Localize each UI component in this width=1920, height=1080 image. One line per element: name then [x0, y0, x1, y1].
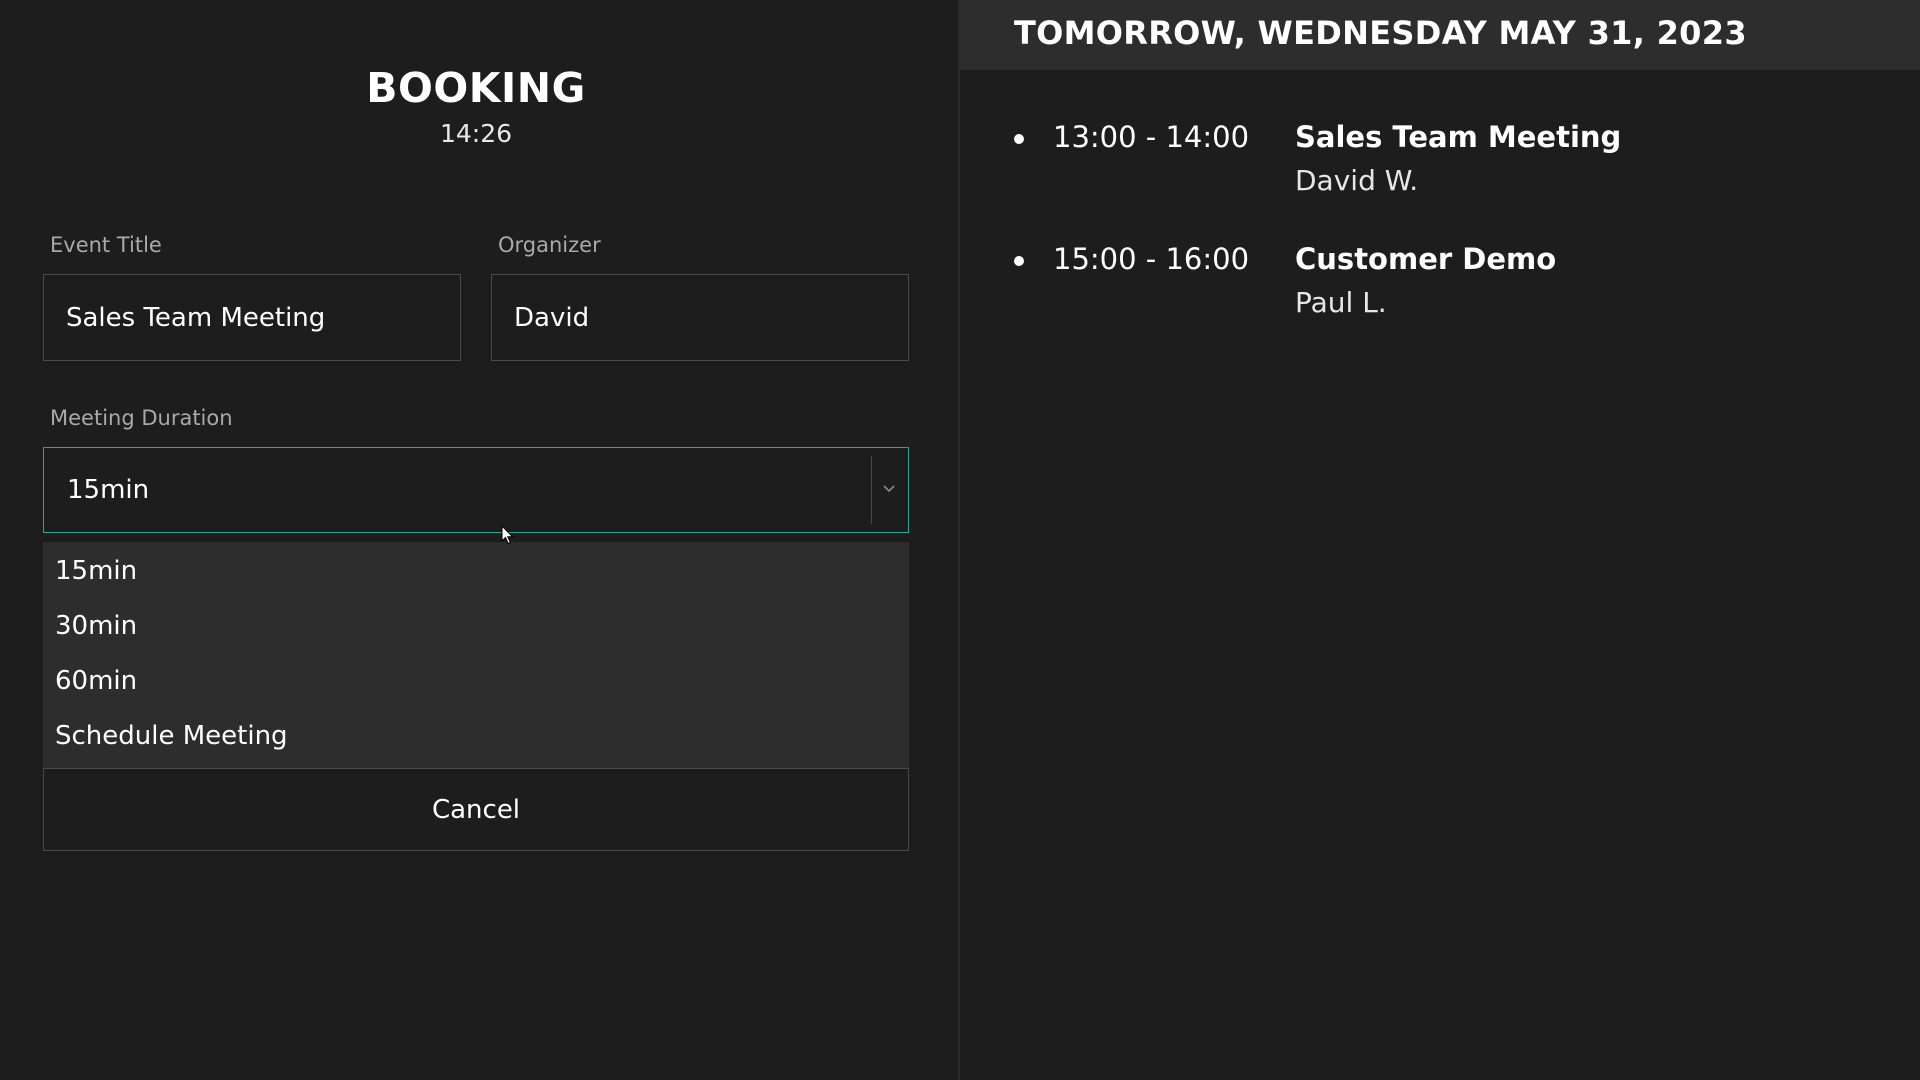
bullet-icon — [1014, 256, 1024, 266]
event-item: 13:00 - 14:00 Sales Team Meeting David W… — [960, 112, 1920, 222]
current-time: 14:26 — [439, 119, 513, 148]
date-header: TOMORROW, WEDNESDAY MAY 31, 2023 — [960, 0, 1920, 70]
booking-panel: BOOKING 14:26 Event Title Sales Team Mee… — [0, 0, 958, 1080]
event-title: Customer Demo — [1295, 242, 1557, 276]
chevron-down-icon[interactable] — [880, 476, 898, 502]
event-time: 13:00 - 14:00 — [1053, 120, 1250, 154]
page-title: BOOKING — [366, 64, 586, 112]
organizer-input[interactable]: David — [491, 274, 909, 361]
mouse-pointer-icon — [501, 524, 515, 545]
event-organizer: David W. — [1295, 164, 1419, 197]
cancel-button[interactable]: Cancel — [43, 768, 909, 851]
duration-option-15min[interactable]: 15min — [55, 551, 137, 591]
organizer-value: David — [514, 302, 590, 333]
event-organizer: Paul L. — [1295, 286, 1387, 319]
event-title-value: Sales Team Meeting — [66, 302, 326, 333]
event-title: Sales Team Meeting — [1295, 120, 1622, 154]
select-separator — [871, 456, 872, 524]
schedule-meeting-option[interactable]: Schedule Meeting — [55, 716, 288, 756]
meeting-duration-label: Meeting Duration — [50, 406, 233, 430]
date-heading: TOMORROW, WEDNESDAY MAY 31, 2023 — [1014, 14, 1747, 52]
event-time: 15:00 - 16:00 — [1053, 242, 1250, 276]
meeting-duration-select[interactable]: 15min — [43, 447, 909, 533]
duration-option-60min[interactable]: 60min — [55, 661, 137, 701]
event-title-input[interactable]: Sales Team Meeting — [43, 274, 461, 361]
duration-option-30min[interactable]: 30min — [55, 606, 137, 646]
booking-app: BOOKING 14:26 Event Title Sales Team Mee… — [0, 0, 1920, 1080]
bullet-icon — [1014, 134, 1024, 144]
schedule-panel: TOMORROW, WEDNESDAY MAY 31, 2023 13:00 -… — [960, 0, 1920, 1080]
duration-dropdown-menu: 15min 30min 60min Schedule Meeting — [43, 542, 909, 768]
organizer-label: Organizer — [498, 233, 601, 257]
meeting-duration-selected: 15min — [67, 475, 150, 505]
event-title-label: Event Title — [50, 233, 162, 257]
event-item: 15:00 - 16:00 Customer Demo Paul L. — [960, 234, 1920, 344]
